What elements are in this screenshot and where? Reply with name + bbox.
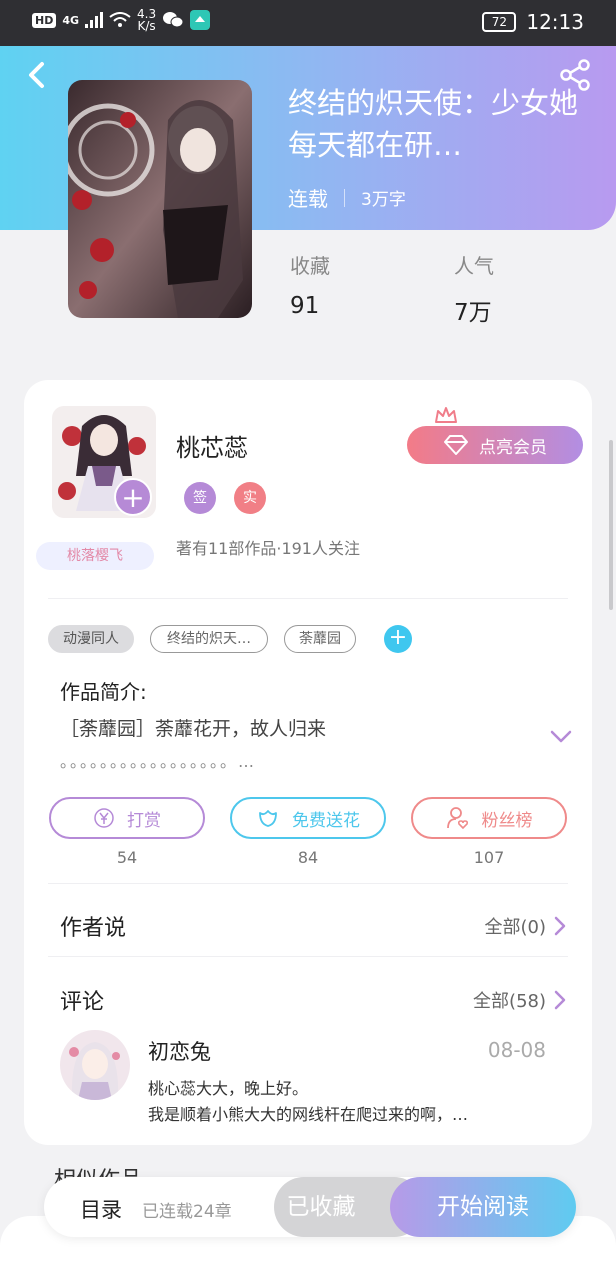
follow-author-button[interactable]: + xyxy=(114,478,152,516)
reward-button[interactable]: 打赏 xyxy=(49,797,205,839)
divider xyxy=(48,956,568,957)
stat-value: 7万 xyxy=(454,300,492,326)
chevron-right-icon xyxy=(554,990,566,1010)
stat-popularity: 人气 7万 xyxy=(454,250,494,327)
chapter-count: 已连载24章 xyxy=(142,1202,232,1222)
book-meta: 连载 3万字 xyxy=(288,183,406,212)
send-flower-label: 免费送花 xyxy=(292,810,360,831)
clock: 12:13 xyxy=(526,10,584,34)
stat-label: 人气 xyxy=(454,254,494,278)
comment-text: 桃心蕊大大，晚上好。 xyxy=(148,1079,309,1098)
flower-icon xyxy=(259,810,277,827)
signed-badge: 签 xyxy=(184,482,216,514)
author-says-title: 作者说 xyxy=(60,916,127,941)
add-tag-button[interactable]: + xyxy=(384,625,412,653)
battery-icon: 72 xyxy=(482,12,517,32)
stat-favorites: 收藏 91 xyxy=(290,250,330,319)
net-speed-unit: K/s xyxy=(137,19,156,33)
reward-label: 打赏 xyxy=(127,810,161,831)
comment-text: 我是顺着小熊大大的网线杆在爬过来的啊，… xyxy=(148,1105,469,1124)
commenter-avatar[interactable] xyxy=(60,1030,130,1100)
tag-item[interactable]: 荼蘼园 xyxy=(284,625,356,653)
divider xyxy=(48,883,568,884)
comments-title: 评论 xyxy=(60,990,105,1015)
tag-list: 动漫同人 终结的炽天… 荼蘼园 + xyxy=(48,625,412,653)
vip-button[interactable]: 点亮会员 xyxy=(407,426,583,464)
stat-value: 91 xyxy=(290,293,320,319)
back-icon[interactable] xyxy=(22,58,52,92)
chevron-down-icon[interactable] xyxy=(550,730,572,744)
comments-all-label: 全部(58) xyxy=(473,991,546,1012)
wifi-icon xyxy=(109,12,131,27)
diamond-icon xyxy=(444,435,468,455)
commenter-avatar-art xyxy=(60,1030,130,1100)
intro-text-more: 。。。。。。。。。。。。。。。。。… xyxy=(60,752,257,771)
meta-divider xyxy=(344,188,345,207)
hd-indicator: HD xyxy=(32,12,57,28)
scrollbar[interactable] xyxy=(609,440,613,610)
comment-date: 08-08 xyxy=(487,1038,546,1062)
chevron-right-icon xyxy=(554,916,566,936)
collected-label: 已收藏 xyxy=(286,1194,356,1220)
book-cover-art xyxy=(68,80,252,318)
net-speed: 4.3 K/s xyxy=(137,8,156,32)
status-bar: HD 4G 4.3 K/s 72 12:13 xyxy=(0,0,616,46)
network-type: 4G xyxy=(62,13,80,27)
crown-icon xyxy=(435,407,457,423)
divider xyxy=(48,598,568,599)
tag-item[interactable]: 终结的炽天… xyxy=(150,625,268,653)
fan-ranking-label: 粉丝榜 xyxy=(481,810,533,831)
reward-count: 54 xyxy=(116,848,138,867)
author-says-all-label: 全部(0) xyxy=(484,917,547,938)
user-heart-icon xyxy=(446,807,468,830)
status-left: HD 4G 4.3 K/s xyxy=(32,8,211,32)
detail-card: + 桃落樱飞 桃芯蕊 点亮会员 签 实 著有11部作品·191人关注 动漫同人 … xyxy=(24,380,592,1145)
toc-button[interactable]: 目录 xyxy=(80,1194,122,1224)
book-cover[interactable] xyxy=(68,80,252,318)
app-icon xyxy=(190,10,211,30)
send-flower-button[interactable]: 免费送花 xyxy=(230,797,386,839)
intro-text: ［荼蘼园］荼蘼花开，故人归来 xyxy=(60,718,327,740)
intro-title: 作品简介: xyxy=(60,680,147,704)
bottom-action-bar: 目录 已连载24章 已收藏 开始阅读 xyxy=(44,1177,576,1237)
wechat-icon xyxy=(163,12,184,28)
commenter-name[interactable]: 初恋兔 xyxy=(148,1036,211,1066)
yen-coin-icon xyxy=(94,808,114,828)
comments-all-link[interactable]: 全部(58) xyxy=(473,987,566,1013)
status-right: 72 12:13 xyxy=(482,10,584,34)
author-name[interactable]: 桃芯蕊 xyxy=(176,428,248,463)
book-status: 连载 xyxy=(288,187,328,211)
verified-badge: 实 xyxy=(234,482,266,514)
vip-label: 点亮会员 xyxy=(479,437,547,458)
fan-count: 107 xyxy=(473,848,505,867)
author-says-all-link[interactable]: 全部(0) xyxy=(485,913,567,939)
stat-label: 收藏 xyxy=(290,254,330,278)
fan-ranking-button[interactable]: 粉丝榜 xyxy=(411,797,567,839)
book-title: 终结的炽天使：少女她每天都在研… xyxy=(288,86,579,162)
start-reading-button[interactable]: 开始阅读 xyxy=(390,1177,576,1237)
flower-count: 84 xyxy=(297,848,319,867)
tag-item[interactable]: 动漫同人 xyxy=(48,625,134,653)
signal-icon xyxy=(85,12,104,28)
author-title-badge: 桃落樱飞 xyxy=(36,542,154,570)
book-word-count: 3万字 xyxy=(361,190,406,210)
author-stats: 著有11部作品·191人关注 xyxy=(176,539,360,558)
